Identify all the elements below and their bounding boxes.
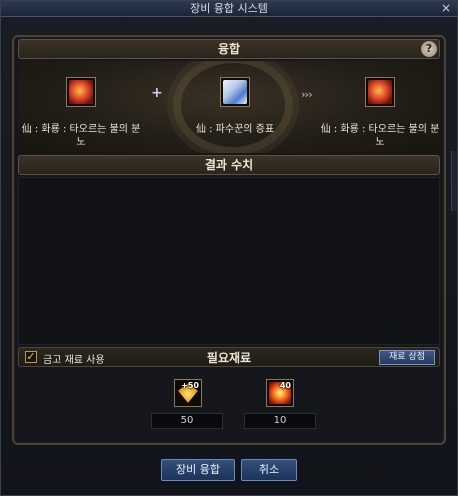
result-stats-area xyxy=(18,177,440,345)
fuse-equipment-button[interactable]: 장비 융합 xyxy=(161,459,235,481)
material-quantity: 50 xyxy=(151,413,223,429)
material-shop-button[interactable]: 재료 상점 xyxy=(379,350,435,365)
use-vault-materials-checkbox[interactable]: ✓ xyxy=(25,351,37,363)
material-quantity: 10 xyxy=(244,413,316,429)
result-item-slot[interactable] xyxy=(365,77,395,107)
result-header: 결과 수치 xyxy=(18,155,440,175)
window-title: 장비 융합 시스템 xyxy=(190,2,268,15)
fire-dragon-icon xyxy=(368,80,392,104)
material-slot-gem[interactable]: +50 xyxy=(174,379,202,407)
result-item-name: 仙 : 화룡 : 타오르는 불의 분노 xyxy=(320,124,440,148)
base-item-slot[interactable] xyxy=(66,77,96,107)
fire-dragon-icon xyxy=(69,80,93,104)
plus-icon: + xyxy=(151,85,163,101)
material-item-slot[interactable] xyxy=(220,77,250,107)
material-item-name: 仙 : 파수꾼의 증표 xyxy=(195,124,275,135)
materials-bar: 필요재료 ✓ 금고 재료 사용 재료 상점 xyxy=(18,347,440,367)
fusion-header-title: 융합 xyxy=(217,42,241,56)
base-item-name: 仙 : 화룡 : 타오르는 불의 분노 xyxy=(21,124,141,148)
material-badge: +50 xyxy=(181,381,199,390)
fusion-header: 융합 ? xyxy=(18,39,440,59)
help-icon[interactable]: ? xyxy=(421,41,437,57)
use-vault-materials-label[interactable]: 금고 재료 사용 xyxy=(43,351,105,366)
fusion-items-area: 仙 : 화룡 : 타오르는 불의 분노 + 仙 : 파수꾼의 증표 ››› 仙 … xyxy=(18,61,440,153)
fusion-emblem xyxy=(173,61,293,153)
result-header-title: 결과 수치 xyxy=(204,158,254,172)
material-slot-burst[interactable]: 40 xyxy=(266,379,294,407)
guardian-certificate-icon xyxy=(223,80,247,104)
side-scrollbar[interactable] xyxy=(451,151,457,211)
cancel-button[interactable]: 취소 xyxy=(241,459,297,481)
material-badge: 40 xyxy=(279,381,291,390)
title-bar[interactable]: 장비 융합 시스템 × xyxy=(1,1,457,17)
arrow-right-icon: ››› xyxy=(301,88,313,101)
fusion-panel: 융합 ? 仙 : 화룡 : 타오르는 불의 분노 + 仙 : 파수꾼의 증표 ›… xyxy=(12,35,446,445)
close-button[interactable]: × xyxy=(439,2,453,16)
equipment-fusion-window: 장비 융합 시스템 × 융합 ? 仙 : 화룡 : 타오르는 불의 분노 + 仙… xyxy=(0,0,458,496)
